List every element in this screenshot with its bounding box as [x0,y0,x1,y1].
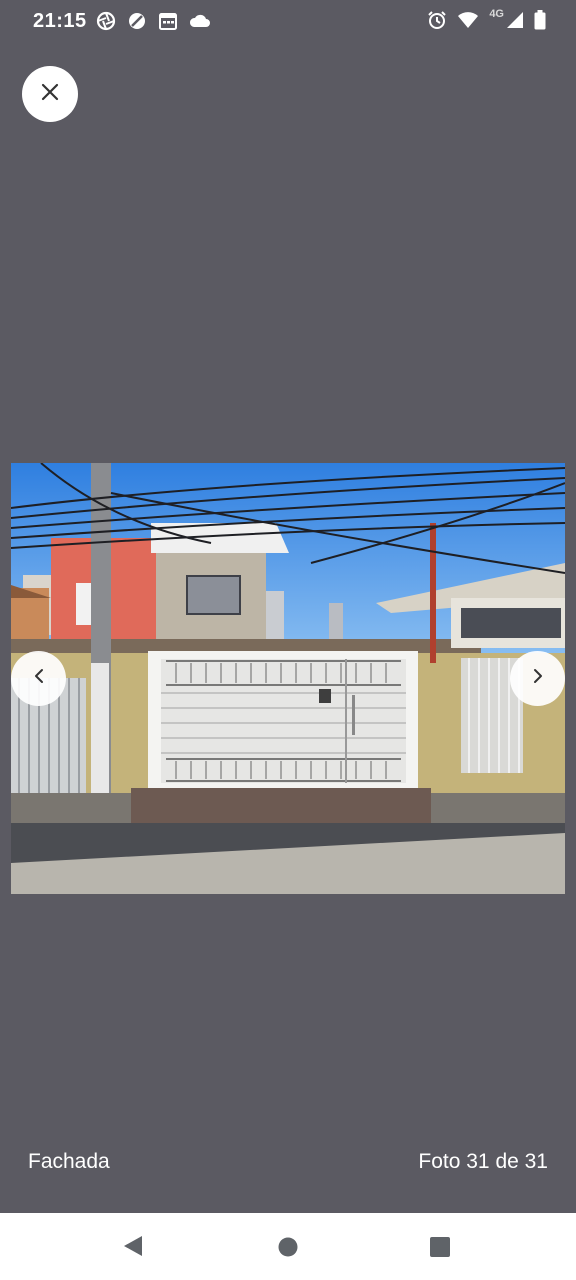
alarm-icon [427,10,447,30]
calendar-icon [158,11,178,31]
close-button[interactable] [22,66,78,122]
cloud-icon [189,11,211,31]
navigation-bar [0,1213,576,1280]
chevron-right-icon [532,668,544,689]
previous-photo-button[interactable] [11,651,66,706]
status-time: 21:15 [33,10,87,32]
status-right-icons: 4G [427,8,546,30]
house-facade-photo[interactable] [11,463,565,894]
photo-caption: Fachada [28,1150,110,1173]
wifi-icon [457,11,479,29]
battery-icon [534,10,546,30]
close-icon [41,83,59,106]
network-type-label: 4G [489,8,504,20]
recents-icon[interactable] [429,1236,451,1263]
home-icon[interactable] [278,1237,298,1262]
chevron-left-icon [33,668,45,689]
blocked-icon [127,11,147,31]
next-photo-button[interactable] [510,651,565,706]
aperture-icon [96,11,116,31]
photo-counter: Foto 31 de 31 [418,1150,548,1173]
photo-viewer-screen: 21:15 4G Fachada Foto 31 de 31 [0,0,576,1280]
status-bar: 21:15 4G [0,0,576,44]
cellular-signal-icon [506,11,524,29]
status-left-icons [96,11,211,31]
back-icon[interactable] [122,1235,144,1262]
